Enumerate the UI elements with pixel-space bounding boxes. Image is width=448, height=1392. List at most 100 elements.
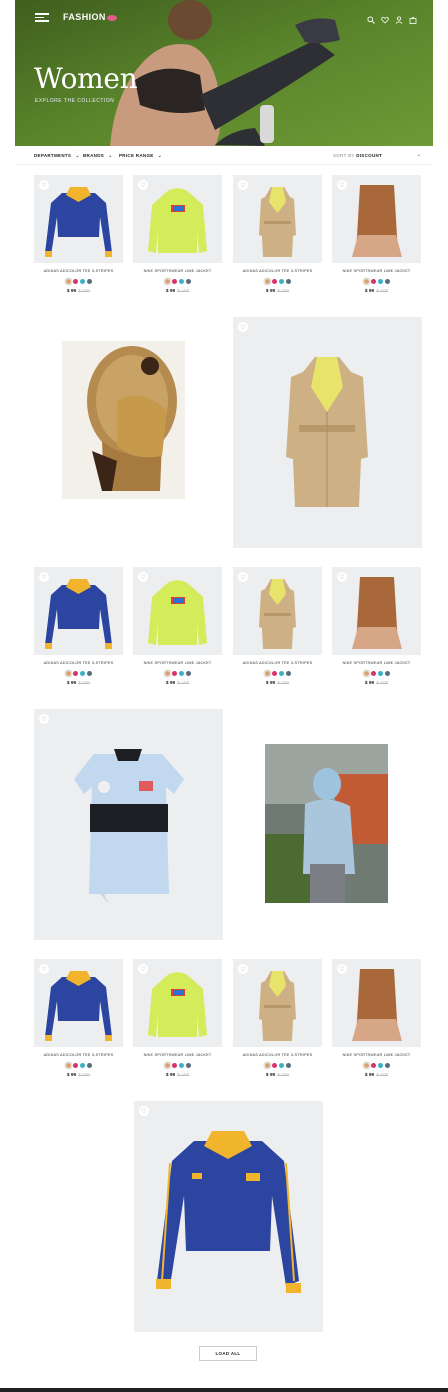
user-icon[interactable]	[395, 11, 403, 24]
product-card[interactable]: ♡ NIKE SPORTSWEAR LIME JACKET $ 99 $ 400	[133, 959, 222, 1089]
color-swatch[interactable]	[278, 1063, 284, 1068]
color-swatch[interactable]	[264, 279, 270, 284]
heart-icon[interactable]: ♡	[39, 714, 49, 724]
heart-icon[interactable]: ♡	[238, 964, 248, 974]
product-image[interactable]: ♡	[332, 567, 421, 655]
product-card[interactable]: ♡ NIKE SPORTSWEAR LIME JACKET $ 99 $ 400	[332, 175, 421, 305]
logo[interactable]: FASHION	[63, 12, 117, 22]
product-name[interactable]: NIKE SPORTSWEAR LIME JACKET	[332, 269, 421, 273]
heart-icon[interactable]: ♡	[337, 572, 347, 582]
product-card[interactable]: ♡ NIKE SPORTSWEAR LIME JACKET $ 99 $ 400	[133, 175, 222, 305]
heart-icon[interactable]: ♡	[337, 964, 347, 974]
color-swatch[interactable]	[79, 671, 85, 676]
color-swatch[interactable]	[384, 279, 390, 284]
product-name[interactable]: NIKE SPORTSWEAR LIME JACKET	[133, 269, 222, 273]
color-swatch[interactable]	[363, 279, 369, 284]
color-swatch[interactable]	[178, 279, 184, 284]
product-card[interactable]: ♡ ADIDAS ADICOLOR TEE 3-STRIPES $ 99 $ 40…	[233, 959, 322, 1089]
color-swatch[interactable]	[72, 671, 78, 676]
product-card-featured[interactable]: ♡	[34, 709, 223, 940]
product-image[interactable]: ♡	[233, 959, 322, 1047]
color-swatch[interactable]	[86, 1063, 92, 1068]
color-swatch[interactable]	[363, 1063, 369, 1068]
hero-subtitle[interactable]: EXPLORE THE COLLECTION	[35, 98, 114, 104]
color-swatch[interactable]	[164, 1063, 170, 1068]
color-swatch[interactable]	[65, 279, 71, 284]
color-swatch[interactable]	[164, 671, 170, 676]
color-swatch[interactable]	[384, 1063, 390, 1068]
menu-icon[interactable]	[35, 13, 49, 22]
search-icon[interactable]	[367, 11, 375, 24]
heart-icon[interactable]	[381, 11, 389, 24]
color-swatch[interactable]	[72, 1063, 78, 1068]
product-image[interactable]: ♡	[233, 175, 322, 263]
product-card[interactable]: ♡ NIKE SPORTSWEAR LIME JACKET $ 99 $ 400	[332, 567, 421, 697]
product-name[interactable]: ADIDAS ADICOLOR TEE 3-STRIPES	[233, 1053, 322, 1057]
product-name[interactable]: NIKE SPORTSWEAR LIME JACKET	[133, 1053, 222, 1057]
color-swatch[interactable]	[171, 671, 177, 676]
product-card-featured[interactable]: ♡	[233, 317, 422, 548]
product-image[interactable]: ♡	[34, 175, 123, 263]
color-swatch[interactable]	[164, 279, 170, 284]
product-name[interactable]: NIKE SPORTSWEAR LIME JACKET	[332, 661, 421, 665]
color-swatch[interactable]	[185, 279, 191, 284]
color-swatch[interactable]	[285, 671, 291, 676]
heart-icon[interactable]: ♡	[39, 180, 49, 190]
color-swatch[interactable]	[72, 279, 78, 284]
product-name[interactable]: NIKE SPORTSWEAR LIME JACKET	[332, 1053, 421, 1057]
color-swatch[interactable]	[185, 1063, 191, 1068]
color-swatch[interactable]	[178, 671, 184, 676]
product-name[interactable]: ADIDAS ADICOLOR TEE 3-STRIPES	[233, 661, 322, 665]
product-name[interactable]: ADIDAS ADICOLOR TEE 3-STRIPES	[233, 269, 322, 273]
color-swatch[interactable]	[370, 1063, 376, 1068]
color-swatch[interactable]	[377, 671, 383, 676]
product-image[interactable]: ♡	[133, 567, 222, 655]
brands-filter[interactable]: BRANDS ⌄	[83, 153, 113, 159]
heart-icon[interactable]: ♡	[238, 572, 248, 582]
product-card[interactable]: ♡ ADIDAS ADICOLOR TEE 3-STRIPES $ 99 $ 40…	[34, 959, 123, 1089]
product-image[interactable]: ♡	[34, 959, 123, 1047]
color-swatch[interactable]	[285, 1063, 291, 1068]
chevron-down-icon[interactable]: ⌄	[417, 152, 421, 158]
product-card[interactable]: ♡ NIKE SPORTSWEAR LIME JACKET $ 99 $ 400	[332, 959, 421, 1089]
color-swatch[interactable]	[86, 279, 92, 284]
heart-icon[interactable]: ♡	[238, 180, 248, 190]
product-card[interactable]: ♡ NIKE SPORTSWEAR LIME JACKET $ 99 $ 400	[133, 567, 222, 697]
product-card[interactable]: ♡ ADIDAS ADICOLOR TEE 3-STRIPES $ 99 $ 40…	[34, 567, 123, 697]
product-card[interactable]: ♡ ADIDAS ADICOLOR TEE 3-STRIPES $ 99 $ 40…	[233, 567, 322, 697]
heart-icon[interactable]: ♡	[337, 180, 347, 190]
color-swatch[interactable]	[171, 1063, 177, 1068]
color-swatch[interactable]	[178, 1063, 184, 1068]
heart-icon[interactable]: ♡	[139, 1106, 149, 1116]
color-swatch[interactable]	[271, 1063, 277, 1068]
color-swatch[interactable]	[271, 671, 277, 676]
color-swatch[interactable]	[65, 671, 71, 676]
color-swatch[interactable]	[79, 1063, 85, 1068]
product-image[interactable]: ♡	[34, 567, 123, 655]
color-swatch[interactable]	[377, 279, 383, 284]
heart-icon[interactable]: ♡	[138, 964, 148, 974]
product-image[interactable]: ♡	[332, 175, 421, 263]
bag-icon[interactable]	[409, 11, 417, 24]
product-name[interactable]: ADIDAS ADICOLOR TEE 3-STRIPES	[34, 661, 123, 665]
color-swatch[interactable]	[264, 1063, 270, 1068]
product-image[interactable]: ♡	[133, 959, 222, 1047]
color-swatch[interactable]	[264, 671, 270, 676]
color-swatch[interactable]	[65, 1063, 71, 1068]
color-swatch[interactable]	[370, 279, 376, 284]
product-card[interactable]: ♡ ADIDAS ADICOLOR TEE 3-STRIPES $ 99 $ 40…	[34, 175, 123, 305]
color-swatch[interactable]	[278, 671, 284, 676]
color-swatch[interactable]	[285, 279, 291, 284]
product-card-featured[interactable]: ♡	[134, 1101, 323, 1332]
color-swatch[interactable]	[384, 671, 390, 676]
color-swatch[interactable]	[271, 279, 277, 284]
heart-icon[interactable]: ♡	[138, 572, 148, 582]
color-swatch[interactable]	[86, 671, 92, 676]
product-name[interactable]: NIKE SPORTSWEAR LIME JACKET	[133, 661, 222, 665]
product-name[interactable]: ADIDAS ADICOLOR TEE 3-STRIPES	[34, 1053, 123, 1057]
product-name[interactable]: ADIDAS ADICOLOR TEE 3-STRIPES	[34, 269, 123, 273]
color-swatch[interactable]	[278, 279, 284, 284]
color-swatch[interactable]	[377, 1063, 383, 1068]
color-swatch[interactable]	[363, 671, 369, 676]
color-swatch[interactable]	[79, 279, 85, 284]
